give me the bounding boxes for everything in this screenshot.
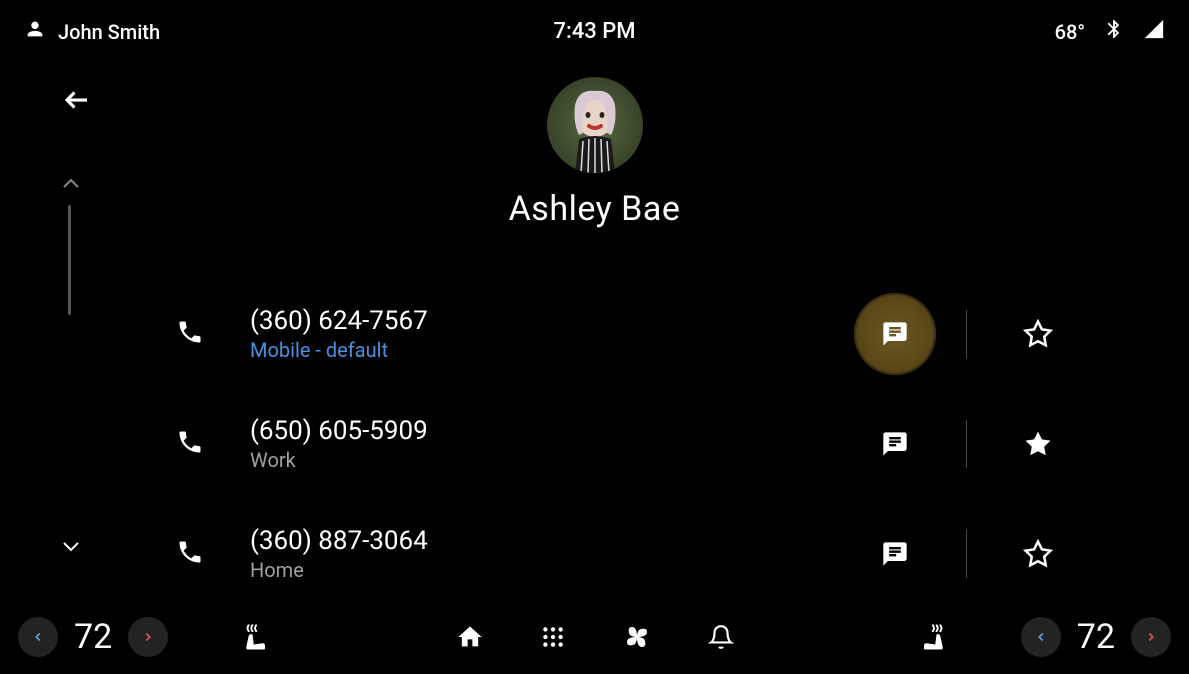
- status-bar: John Smith 7:43 PM 68°: [0, 0, 1189, 55]
- clock: 7:43 PM: [553, 19, 635, 44]
- fan-button[interactable]: [622, 622, 652, 652]
- nav-center: [456, 622, 734, 652]
- right-temp-up-button[interactable]: [1131, 617, 1171, 657]
- phone-icon[interactable]: [176, 428, 204, 460]
- back-button[interactable]: [62, 85, 92, 119]
- scroll-track[interactable]: [68, 205, 71, 315]
- phone-icon[interactable]: [176, 538, 204, 570]
- home-button[interactable]: [456, 623, 484, 651]
- right-temp-down-button[interactable]: [1021, 617, 1061, 657]
- favorite-button[interactable]: [997, 293, 1079, 375]
- phone-number: (360) 887-3064: [250, 526, 854, 556]
- phone-info[interactable]: (650) 605-5909 Work: [250, 416, 854, 472]
- phone-label: Home: [250, 558, 854, 582]
- bottom-nav: 72 72: [0, 599, 1189, 674]
- status-left: John Smith: [24, 18, 160, 45]
- user-icon: [24, 18, 46, 45]
- left-temp-value: 72: [68, 617, 118, 657]
- left-temp-control: 72: [18, 617, 168, 657]
- apps-button[interactable]: [540, 624, 566, 650]
- phone-number: (650) 605-5909: [250, 416, 854, 446]
- message-button[interactable]: [854, 293, 936, 375]
- contact-header: Ashley Bae: [0, 55, 1189, 229]
- left-temp-down-button[interactable]: [18, 617, 58, 657]
- contact-detail-view: Ashley Bae (360) 624-7567 Mobile - defau…: [0, 55, 1189, 600]
- avatar[interactable]: [547, 77, 643, 173]
- status-right: 68°: [1055, 18, 1165, 45]
- phone-row: (360) 624-7567 Mobile - default: [0, 279, 1189, 389]
- phone-row: (650) 605-5909 Work: [0, 389, 1189, 499]
- right-temp-value: 72: [1071, 617, 1121, 657]
- phone-label: Mobile - default: [250, 338, 854, 362]
- signal-icon: [1143, 18, 1165, 45]
- right-temp-control: 72: [1021, 617, 1171, 657]
- right-seat-heater-button[interactable]: [919, 622, 949, 652]
- message-button[interactable]: [854, 513, 936, 595]
- phone-row: (360) 887-3064 Home: [0, 499, 1189, 609]
- message-button[interactable]: [854, 403, 936, 485]
- phone-info[interactable]: (360) 887-3064 Home: [250, 526, 854, 582]
- divider: [966, 420, 967, 468]
- divider: [966, 530, 967, 578]
- notifications-button[interactable]: [708, 624, 734, 650]
- scroll-up-button[interactable]: [62, 175, 80, 194]
- favorite-button[interactable]: [997, 403, 1079, 485]
- phone-list: (360) 624-7567 Mobile - default (650) 60…: [0, 229, 1189, 609]
- phone-info[interactable]: (360) 624-7567 Mobile - default: [250, 306, 854, 362]
- left-seat-heater-button[interactable]: [240, 622, 270, 652]
- phone-icon[interactable]: [176, 318, 204, 350]
- phone-number: (360) 624-7567: [250, 306, 854, 336]
- phone-label: Work: [250, 448, 854, 472]
- divider: [966, 310, 967, 358]
- outside-temperature: 68°: [1055, 20, 1085, 44]
- user-name[interactable]: John Smith: [58, 20, 160, 44]
- bluetooth-icon[interactable]: [1103, 18, 1125, 45]
- scroll-down-button[interactable]: [62, 537, 80, 556]
- favorite-button[interactable]: [997, 513, 1079, 595]
- contact-name: Ashley Bae: [509, 189, 681, 229]
- left-temp-up-button[interactable]: [128, 617, 168, 657]
